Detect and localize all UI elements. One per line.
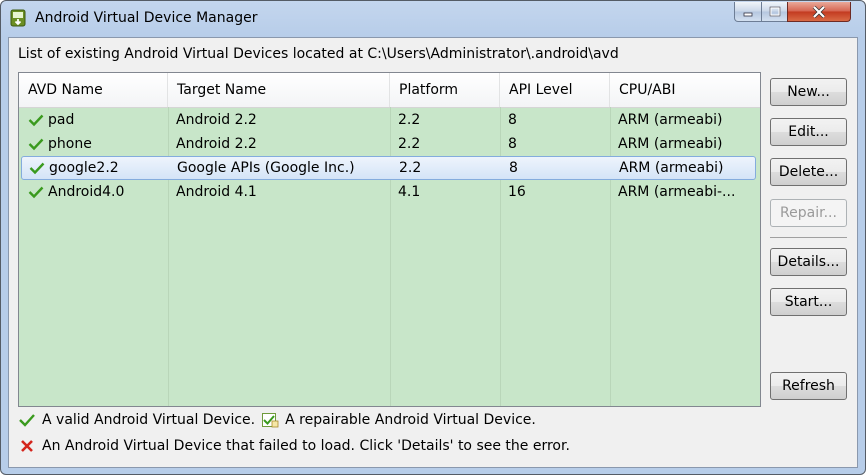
repairable-icon	[262, 413, 279, 428]
cpu-abi-cell: ARM (armeabi-...	[618, 184, 736, 200]
table-row-selected[interactable]: google2.2 Google APIs (Google Inc.) 2.2 …	[21, 156, 756, 180]
table-row[interactable]: pad Android 2.2 2.2 8 ARM (armeabi)	[19, 108, 760, 132]
close-button[interactable]	[787, 2, 851, 22]
avd-name-cell: pad	[48, 112, 75, 128]
new-button[interactable]: New...	[770, 78, 847, 106]
refresh-button[interactable]: Refresh	[770, 372, 847, 400]
api-level-cell: 8	[508, 112, 517, 128]
avd-manager-window: Android Virtual Device Manager List of e…	[0, 0, 866, 475]
avd-table[interactable]: AVD Name Target Name Platform API Level …	[18, 72, 761, 407]
valid-check-icon	[19, 414, 35, 427]
column-header-cpu-abi[interactable]: CPU/ABI	[610, 73, 760, 107]
start-button[interactable]: Start...	[770, 288, 847, 316]
minimize-icon	[743, 12, 753, 16]
platform-cell: 4.1	[398, 184, 421, 200]
target-name-cell: Android 2.2	[176, 112, 257, 128]
valid-check-icon	[29, 162, 45, 175]
platform-cell: 2.2	[398, 136, 421, 152]
api-level-cell: 8	[509, 160, 518, 176]
platform-cell: 2.2	[399, 160, 422, 176]
cpu-abi-cell: ARM (armeabi)	[618, 112, 723, 128]
legend-repairable-text: A repairable Android Virtual Device.	[285, 412, 536, 428]
valid-check-icon	[28, 114, 44, 127]
maximize-icon	[769, 6, 780, 16]
target-name-cell: Android 4.1	[176, 184, 257, 200]
valid-check-icon	[28, 138, 44, 151]
close-icon	[812, 5, 826, 18]
delete-button[interactable]: Delete...	[770, 158, 847, 186]
maximize-button[interactable]	[761, 2, 788, 22]
table-header: AVD Name Target Name Platform API Level …	[19, 73, 760, 108]
valid-check-icon	[28, 186, 44, 199]
edit-button[interactable]: Edit...	[770, 118, 847, 146]
legend-failed-text: An Android Virtual Device that failed to…	[42, 438, 570, 454]
target-name-cell: Android 2.2	[176, 136, 257, 152]
column-header-avd-name[interactable]: AVD Name	[19, 73, 168, 107]
window-title: Android Virtual Device Manager	[35, 10, 258, 26]
button-separator	[770, 237, 847, 238]
table-row[interactable]: Android4.0 Android 4.1 4.1 16 ARM (armea…	[19, 180, 760, 204]
avd-name-cell: phone	[48, 136, 92, 152]
avd-name-cell: google2.2	[49, 160, 119, 176]
column-header-api-level[interactable]: API Level	[500, 73, 610, 107]
error-x-icon	[21, 440, 33, 452]
repair-button[interactable]: Repair...	[770, 199, 847, 227]
api-level-cell: 16	[508, 184, 526, 200]
details-button[interactable]: Details...	[770, 248, 847, 276]
dialog-body: List of existing Android Virtual Devices…	[8, 37, 858, 468]
minimize-button[interactable]	[734, 2, 762, 22]
column-header-target-name[interactable]: Target Name	[168, 73, 390, 107]
target-name-cell: Google APIs (Google Inc.)	[177, 160, 355, 176]
platform-cell: 2.2	[398, 112, 421, 128]
legend-row-valid: A valid Android Virtual Device. A repair…	[18, 412, 536, 428]
legend-valid-text: A valid Android Virtual Device.	[42, 412, 256, 428]
table-row[interactable]: phone Android 2.2 2.2 8 ARM (armeabi)	[19, 132, 760, 156]
avd-location-label: List of existing Android Virtual Devices…	[18, 46, 619, 62]
legend-row-failed: An Android Virtual Device that failed to…	[18, 438, 570, 454]
api-level-cell: 8	[508, 136, 517, 152]
title-bar[interactable]: Android Virtual Device Manager	[1, 1, 865, 37]
cpu-abi-cell: ARM (armeabi)	[619, 160, 724, 176]
column-header-platform[interactable]: Platform	[390, 73, 500, 107]
avd-name-cell: Android4.0	[48, 184, 125, 200]
android-app-icon	[10, 9, 26, 27]
cpu-abi-cell: ARM (armeabi)	[618, 136, 723, 152]
